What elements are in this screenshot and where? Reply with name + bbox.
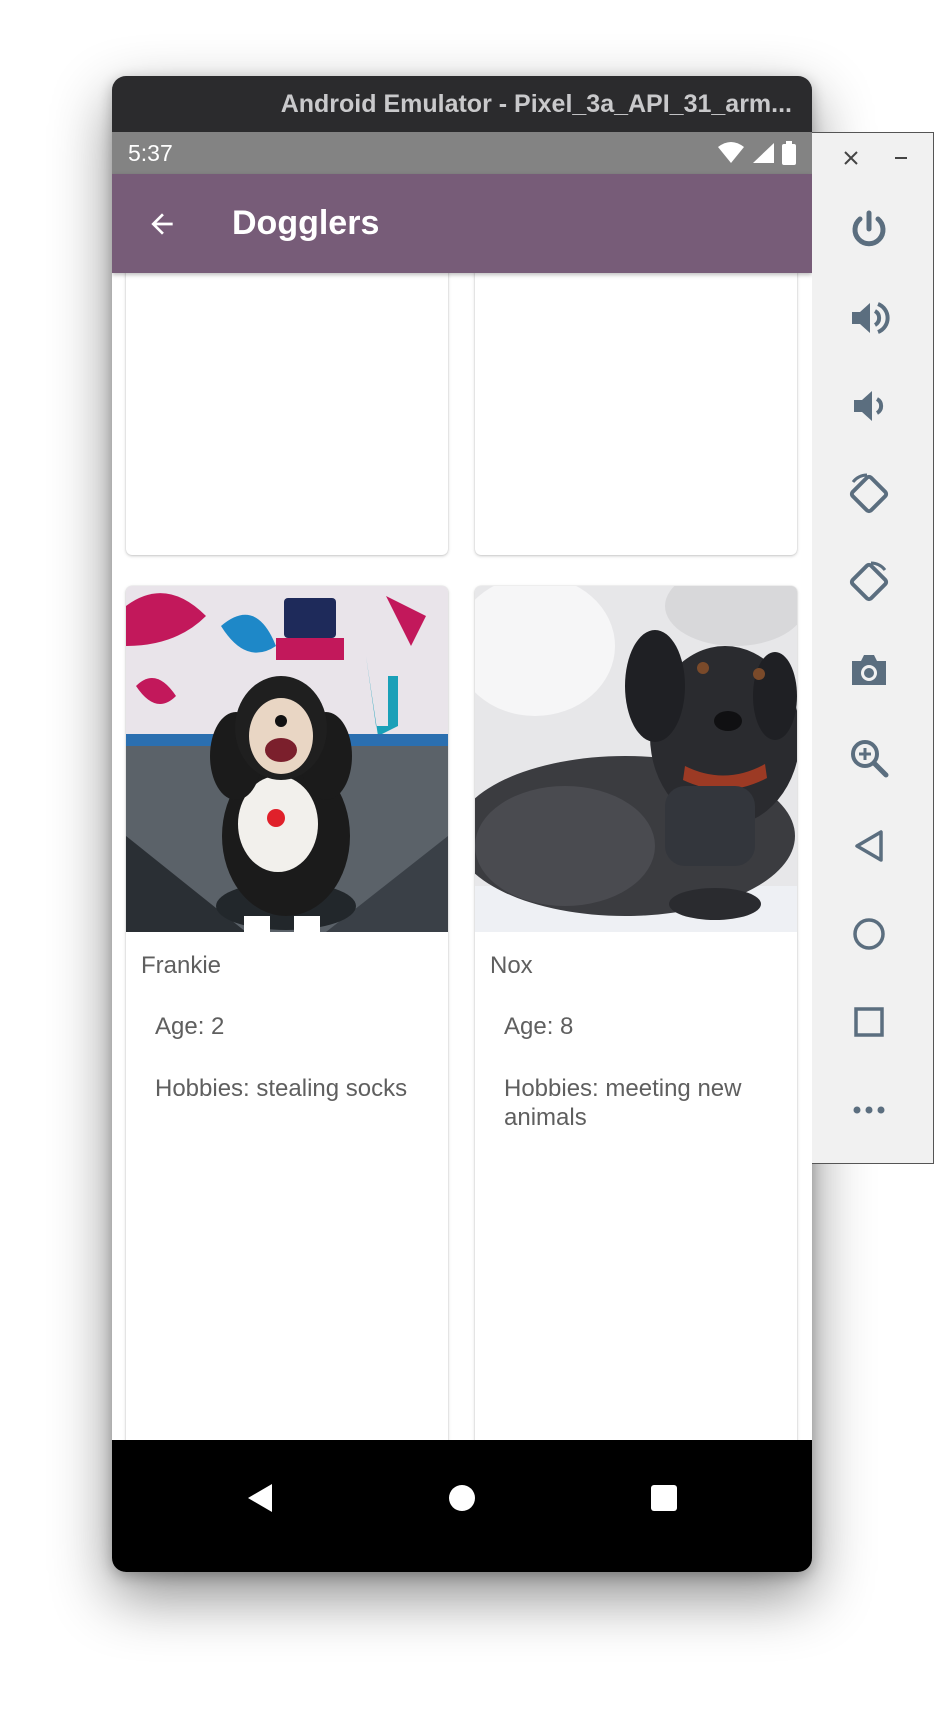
dog-hobbies: Hobbies: meeting new animals bbox=[504, 1075, 742, 1131]
overview-icon bbox=[854, 1007, 884, 1037]
zoom-icon bbox=[851, 740, 889, 778]
dog-photo-frankie bbox=[126, 586, 448, 932]
volume-up-icon bbox=[852, 302, 890, 334]
dog-card-nox[interactable]: Nox Age: 8 Hobbies: meeting new animals bbox=[475, 586, 797, 1440]
panel-window-controls bbox=[812, 133, 934, 183]
nav-back-icon bbox=[248, 1484, 272, 1512]
battery-icon bbox=[782, 141, 796, 165]
nav-recents-icon bbox=[651, 1485, 677, 1511]
back-control-button[interactable] bbox=[846, 823, 892, 869]
nav-home-icon bbox=[449, 1485, 475, 1511]
dog-age: Age: 2 bbox=[155, 1013, 225, 1040]
rotate-right-icon bbox=[849, 561, 889, 602]
dog-card-frankie[interactable]: Frankie Age: 2 Hobbies: stealing socks bbox=[126, 586, 448, 1440]
wifi-icon bbox=[718, 142, 744, 163]
dog-grid[interactable]: Frankie Age: 2 Hobbies: stealing socks N… bbox=[112, 273, 812, 1440]
power-icon bbox=[852, 210, 886, 247]
status-icons bbox=[718, 141, 796, 165]
back-button[interactable] bbox=[112, 174, 212, 273]
emulator-window: Android Emulator - Pixel_3a_API_31_arm..… bbox=[112, 76, 812, 1572]
arrow-back-icon bbox=[151, 212, 173, 235]
dog-photo-nox bbox=[475, 586, 797, 932]
dog-card[interactable] bbox=[126, 273, 448, 555]
screenshot-button[interactable] bbox=[846, 647, 892, 693]
zoom-button[interactable] bbox=[846, 735, 892, 781]
status-time: 5:37 bbox=[128, 139, 173, 166]
navigation-bar bbox=[112, 1440, 812, 1572]
nav-recents-button[interactable] bbox=[644, 1478, 684, 1518]
desktop: Android Emulator - Pixel_3a_API_31_arm..… bbox=[0, 0, 934, 1720]
more-button[interactable] bbox=[846, 1087, 892, 1133]
home-control-button[interactable] bbox=[846, 911, 892, 957]
power-button[interactable] bbox=[846, 207, 892, 253]
volume-up-button[interactable] bbox=[846, 295, 892, 341]
signal-icon bbox=[753, 143, 774, 163]
minimize-icon[interactable] bbox=[890, 147, 912, 169]
volume-down-button[interactable] bbox=[846, 383, 892, 429]
dog-age: Age: 8 bbox=[504, 1013, 574, 1040]
status-bar: 5:37 bbox=[112, 132, 812, 174]
app-bar: Dogglers bbox=[112, 174, 812, 273]
dog-name: Frankie bbox=[141, 952, 222, 979]
overview-control-button[interactable] bbox=[846, 999, 892, 1045]
more-icon bbox=[853, 1106, 885, 1114]
nav-home-button[interactable] bbox=[442, 1478, 482, 1518]
back-icon bbox=[855, 830, 883, 862]
nav-back-button[interactable] bbox=[240, 1478, 280, 1518]
home-icon bbox=[853, 918, 885, 950]
emulator-control-panel bbox=[812, 132, 934, 1164]
volume-down-icon bbox=[854, 391, 884, 421]
rotate-left-icon bbox=[849, 473, 889, 514]
app-title: Dogglers bbox=[232, 204, 380, 242]
dog-name: Nox bbox=[490, 952, 533, 979]
rotate-right-button[interactable] bbox=[846, 559, 892, 605]
window-title: Android Emulator - Pixel_3a_API_31_arm..… bbox=[280, 89, 792, 118]
dog-card[interactable] bbox=[475, 273, 797, 555]
dog-hobbies: Hobbies: stealing socks bbox=[155, 1075, 408, 1102]
close-icon[interactable] bbox=[840, 147, 862, 169]
rotate-left-button[interactable] bbox=[846, 471, 892, 517]
camera-icon bbox=[852, 655, 886, 685]
phone-screen: 5:37 Dogglers Frankie Age: 2 Hobbies: st… bbox=[112, 132, 812, 1572]
